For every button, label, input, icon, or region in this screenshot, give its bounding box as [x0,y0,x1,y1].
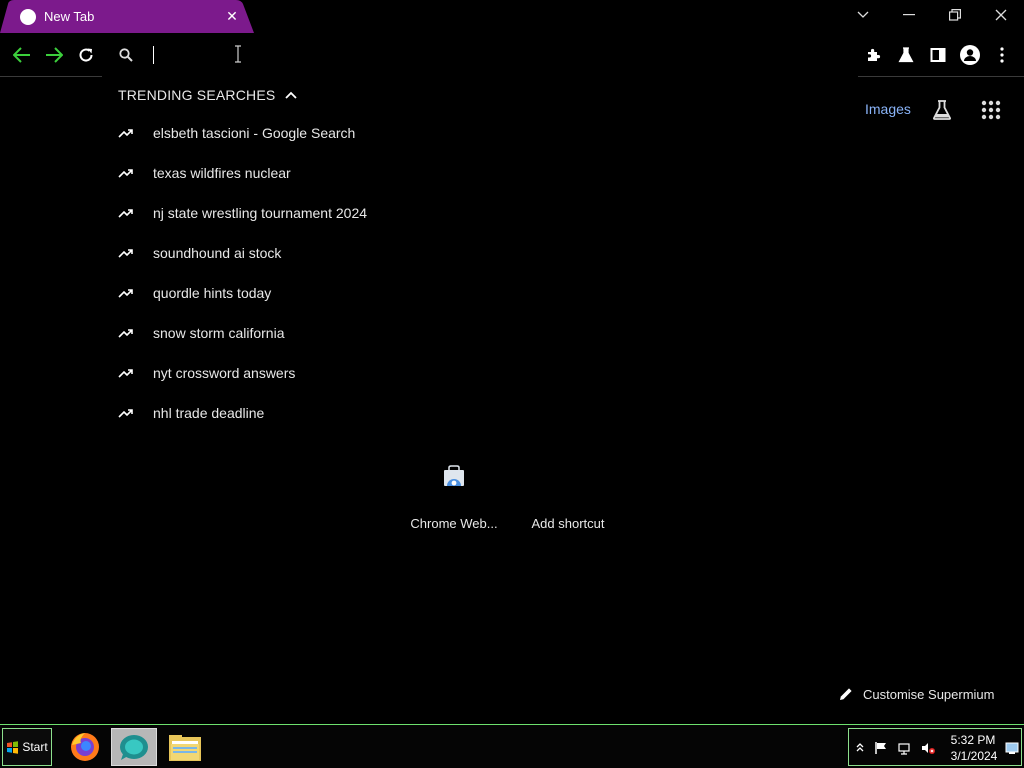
suggestion-text: soundhound ai stock [153,245,282,261]
suggestion-item[interactable]: nhl trade deadline [102,393,858,433]
suggestion-text: snow storm california [153,325,285,341]
trending-arrow-icon [118,129,133,138]
more-menu-icon[interactable] [992,45,1012,65]
search-icon [119,48,133,62]
suggestion-text: nyt crossword answers [153,365,296,381]
taskbar-browser[interactable] [111,728,157,766]
search-labs-flask-icon[interactable] [930,98,954,122]
back-button[interactable] [10,43,34,67]
chevron-up-icon[interactable] [285,91,298,99]
forward-button[interactable] [42,43,66,67]
customise-label: Customise Supermium [863,686,995,702]
tab-background [0,0,254,33]
minimize-button[interactable] [886,0,932,30]
omnibox[interactable] [102,33,858,77]
tab-title: New Tab [44,9,95,24]
taskbar: Start 5:32 PM 3/1/2024 [0,724,1024,768]
pencil-icon [840,688,852,700]
clock-date[interactable]: 3/1/2024 [946,749,1002,763]
side-panel-icon[interactable] [928,45,948,65]
chrome-web-store-icon [444,465,464,486]
start-label: Start [22,740,48,754]
trending-arrow-icon [118,209,133,218]
tab-search-chevron-down-icon[interactable] [840,0,886,30]
trending-arrow-icon [118,169,133,178]
reload-button[interactable] [74,43,98,67]
suggestion-item[interactable]: nj state wrestling tournament 2024 [102,193,858,233]
firefox-icon [71,733,99,761]
volume-muted-icon[interactable] [921,741,935,755]
tab-new-tab[interactable]: New Tab ✕ [0,0,254,33]
images-link[interactable]: Images [865,101,911,117]
shortcut-label: Chrome Web... [410,516,498,531]
trending-arrow-icon [118,249,133,258]
trending-searches-title: TRENDING SEARCHES [118,87,276,103]
shortcut-chrome-web-store[interactable]: Chrome Web... [398,458,510,538]
new-tab-favicon-icon [20,9,36,25]
taskbar-firefox[interactable] [62,728,108,766]
shortcut-label: Add shortcut [531,516,605,531]
file-explorer-icon [169,735,201,761]
suggestion-item[interactable]: elsbeth tascioni - Google Search [102,113,858,153]
show-hidden-icons-chevron-up-icon[interactable] [853,741,867,755]
toolbar-divider [858,76,1024,77]
shortcut-add[interactable]: Add shortcut [512,458,624,538]
suggestion-item[interactable]: soundhound ai stock [102,233,858,273]
trending-arrow-icon [118,289,133,298]
system-tray: 5:32 PM 3/1/2024 [848,728,1022,766]
start-button[interactable]: Start [2,728,52,766]
browser-icon [120,735,148,760]
suggestion-item[interactable]: nyt crossword answers [102,353,858,393]
labs-flask-icon[interactable] [896,45,916,65]
suggestion-text: texas wildfires nuclear [153,165,291,181]
restore-button[interactable] [932,0,978,30]
customise-button[interactable]: Customise Supermium [838,684,995,704]
action-center-flag-icon[interactable] [874,741,888,755]
suggestion-item[interactable]: snow storm california [102,313,858,353]
windows-flag-icon [7,740,19,754]
tab-close-icon[interactable]: ✕ [224,8,240,24]
suggestion-text: nhl trade deadline [153,405,265,421]
clock-time[interactable]: 5:32 PM [950,733,996,747]
tab-strip: New Tab ✕ [0,0,1024,33]
google-apps-grid-icon[interactable] [979,98,1003,122]
suggestion-item[interactable]: quordle hints today [102,273,858,313]
extensions-puzzle-icon[interactable] [864,45,884,65]
suggestion-text: nj state wrestling tournament 2024 [153,205,368,221]
trending-arrow-icon [118,409,133,418]
text-caret [153,46,154,64]
ibeam-cursor-icon [235,45,241,63]
close-window-button[interactable] [978,0,1024,30]
back-arrow-icon [13,47,30,63]
taskbar-file-explorer[interactable] [162,728,208,766]
trending-arrow-icon [118,329,133,338]
omnibox-dropdown: TRENDING SEARCHES elsbeth tascioni - Goo… [102,77,858,437]
trending-searches-header[interactable]: TRENDING SEARCHES [118,87,298,103]
forward-arrow-icon [46,47,63,63]
reload-icon [79,48,93,62]
suggestion-text: quordle hints today [153,285,272,301]
show-desktop-icon[interactable] [1005,741,1019,755]
suggestion-item[interactable]: texas wildfires nuclear [102,153,858,193]
trending-arrow-icon [118,369,133,378]
profile-avatar-icon[interactable] [960,45,980,65]
network-icon[interactable] [897,741,911,755]
address-search-input[interactable] [152,43,752,67]
toolbar-divider [0,76,102,77]
suggestion-text: elsbeth tascioni - Google Search [153,125,356,141]
